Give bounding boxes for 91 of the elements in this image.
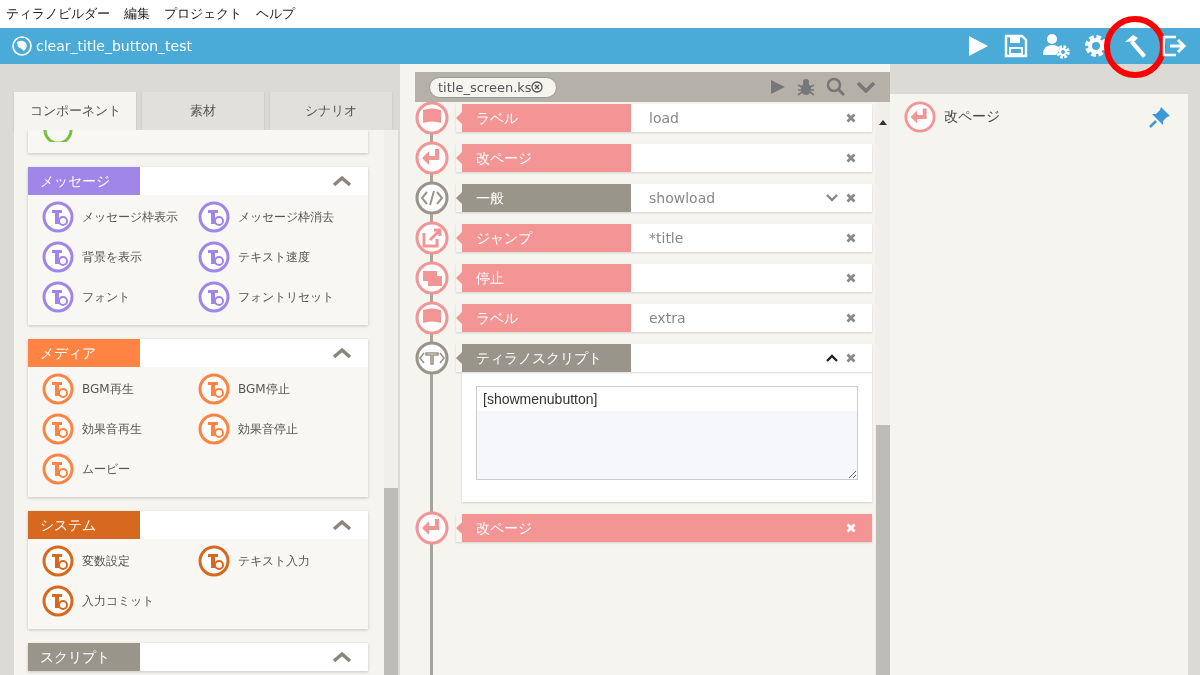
logo-icon (12, 36, 32, 56)
component-label[interactable]: フォントリセット (238, 288, 334, 306)
command-value: showload (648, 190, 716, 206)
tab[interactable]: コンポーネント (14, 92, 136, 130)
command-name: ラベル (456, 304, 631, 332)
section-title: スクリプト (28, 643, 140, 671)
highlight-circle (1103, 15, 1167, 79)
flag-icon (415, 301, 449, 335)
script-icon (415, 341, 449, 375)
menu-item[interactable]: ティラノビルダー (6, 5, 110, 23)
component-label[interactable]: 変数設定 (82, 552, 130, 570)
menu-item[interactable]: ヘルプ (256, 5, 295, 23)
tab[interactable]: シナリオ (270, 92, 392, 130)
component-label[interactable]: メッセージ枠消去 (238, 208, 334, 226)
command-row[interactable]: ラベル load (456, 104, 872, 132)
command-name: ティラノスクリプト (456, 344, 631, 372)
settings-icon[interactable] (1084, 34, 1108, 58)
scrollbar[interactable] (384, 130, 398, 675)
stop-icon (415, 261, 449, 295)
tab[interactable]: 素材 (142, 92, 264, 130)
close-icon[interactable] (530, 81, 543, 93)
pin-icon[interactable] (1148, 105, 1172, 129)
command-name: ジャンプ (456, 224, 631, 252)
component-icon[interactable] (42, 413, 74, 445)
scrollbar[interactable] (875, 102, 890, 675)
component-icon[interactable] (42, 585, 74, 617)
component-label[interactable]: テキスト速度 (238, 248, 310, 266)
user-gear-icon[interactable] (1042, 33, 1070, 59)
command-value: extra (648, 310, 686, 326)
component-icon[interactable] (198, 413, 230, 445)
script-editor[interactable]: [showmenubutton] (476, 386, 858, 480)
component-icon[interactable] (198, 373, 230, 405)
delete-icon[interactable] (846, 113, 856, 123)
section-title: メッセージ (28, 167, 140, 195)
collapse-icon[interactable] (826, 354, 838, 362)
project-title: clear_title_button_test (36, 38, 192, 54)
section-title: メディア (28, 339, 140, 367)
dropdown-icon[interactable] (826, 194, 838, 202)
delete-icon[interactable] (846, 273, 856, 283)
save-icon[interactable] (1004, 34, 1028, 58)
component-icon[interactable] (42, 545, 74, 577)
component-icon[interactable] (42, 453, 74, 485)
command-name: 一般 (456, 184, 631, 212)
delete-icon[interactable] (846, 353, 856, 363)
command-row[interactable]: ラベル extra (456, 304, 872, 332)
component-label[interactable]: フォント (82, 288, 130, 306)
command-row[interactable]: ジャンプ *title (456, 224, 872, 252)
code-icon (415, 181, 449, 215)
component-label[interactable]: 効果音再生 (82, 420, 142, 438)
delete-icon[interactable] (846, 233, 856, 243)
component-icon[interactable] (198, 201, 230, 233)
delete-icon[interactable] (846, 313, 856, 323)
play-icon[interactable] (770, 79, 786, 95)
exit-icon[interactable] (1162, 34, 1188, 58)
play-icon[interactable] (966, 34, 990, 58)
component-label[interactable]: 背景を表示 (82, 248, 142, 266)
component-icon[interactable] (198, 281, 230, 313)
menu-item[interactable]: プロジェクト (164, 5, 242, 23)
menu-item[interactable]: 編集 (124, 5, 150, 23)
component-icon (42, 130, 74, 142)
flag-icon (415, 102, 449, 135)
component-label[interactable]: メッセージ枠表示 (82, 208, 178, 226)
command-value: load (648, 110, 679, 126)
component-icon[interactable] (42, 281, 74, 313)
component-icon[interactable] (42, 373, 74, 405)
search-icon[interactable] (826, 77, 846, 97)
component-label[interactable]: テキスト入力 (238, 552, 310, 570)
command-row[interactable]: 一般 showload (456, 184, 872, 212)
component-icon[interactable] (198, 545, 230, 577)
component-label[interactable]: BGM再生 (82, 380, 134, 398)
bug-icon[interactable] (796, 77, 816, 97)
command-name: 改ページ (456, 514, 631, 542)
section-title: システム (28, 511, 140, 539)
component-label[interactable]: 効果音停止 (238, 420, 298, 438)
command-name: 停止 (456, 264, 631, 292)
command-name: 改ページ (456, 144, 631, 172)
file-tab[interactable]: title_screen.ks (429, 76, 557, 98)
delete-icon[interactable] (846, 153, 856, 163)
component-label[interactable]: 入力コミット (82, 592, 154, 610)
command-name: ラベル (456, 104, 631, 132)
command-value: *title (648, 230, 684, 246)
component-icon[interactable] (42, 241, 74, 273)
component-icon[interactable] (42, 201, 74, 233)
scroll-up-icon[interactable] (878, 120, 887, 125)
component-icon[interactable] (198, 241, 230, 273)
delete-icon[interactable] (846, 193, 856, 203)
component-label[interactable]: BGM停止 (238, 380, 290, 398)
selected-command-label: 改ページ (944, 108, 1000, 126)
jump-icon (415, 221, 449, 255)
chevron-down-icon[interactable] (856, 81, 876, 93)
component-label[interactable]: ムービー (82, 460, 130, 478)
